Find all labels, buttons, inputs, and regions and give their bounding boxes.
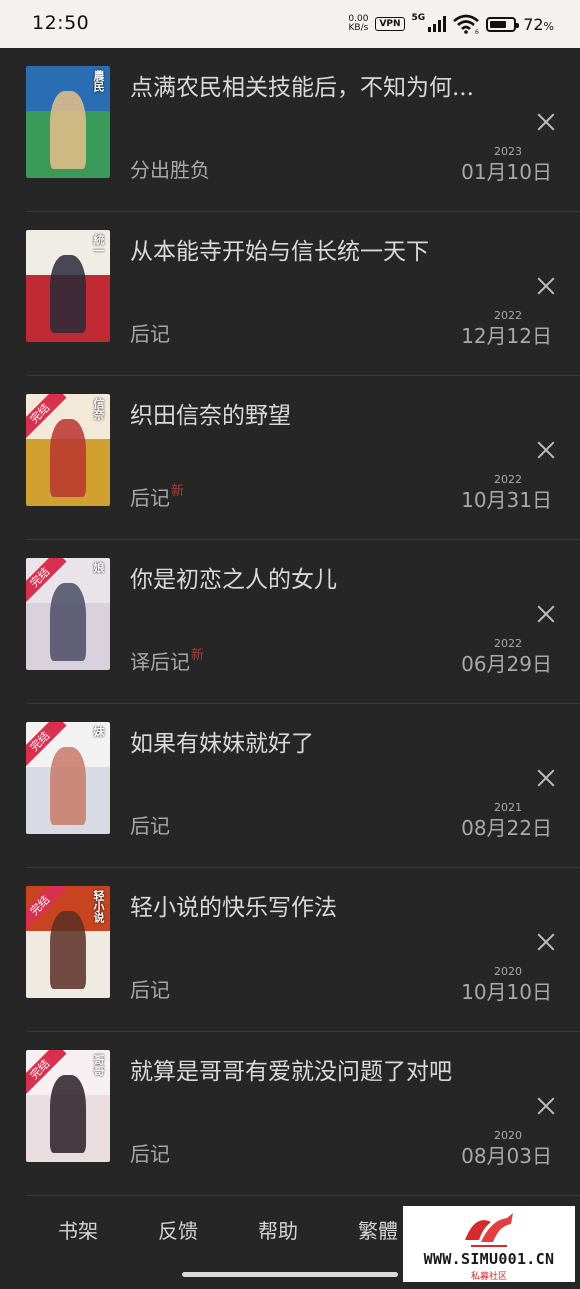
latest-chapter: 译后记新: [130, 648, 205, 674]
watermark-url: WWW.SIMU001.CN: [423, 1250, 555, 1268]
list-item[interactable]: 轻小说 完结 轻小说的快乐写作法 后记 2020 10月10日: [26, 868, 580, 1032]
latest-chapter: 后记: [130, 978, 170, 1002]
latest-chapter: 后记新: [130, 484, 185, 510]
update-date: 12月12日: [461, 324, 552, 348]
book-cover[interactable]: 妹 完结: [26, 722, 110, 834]
latest-chapter: 后记: [130, 322, 170, 346]
cover-title: 轻小说: [92, 890, 105, 923]
book-title: 你是初恋之人的女儿: [130, 567, 337, 593]
list-item[interactable]: 信奈 完结 织田信奈的野望 后记新 2022 10月31日: [26, 376, 580, 540]
book-cover[interactable]: 統一: [26, 230, 110, 342]
book-cover[interactable]: 娘 完结: [26, 558, 110, 670]
update-date: 06月29日: [461, 652, 552, 676]
close-icon[interactable]: [534, 274, 558, 298]
update-date: 10月10日: [461, 980, 552, 1004]
book-list: 農民 点满农民相关技能后，不知为何... 分出胜负 2023 01月10日 統一…: [26, 48, 580, 1196]
status-icons: 0.00 KB/s VPN 5G 6 72%: [348, 9, 554, 39]
battery-icon: [486, 16, 520, 32]
update-date: 08月22日: [461, 816, 552, 840]
update-date: 08月03日: [461, 1144, 552, 1168]
status-bar: 12:50 0.00 KB/s VPN 5G 6 72%: [0, 0, 580, 48]
new-badge: 新: [171, 484, 185, 499]
book-title: 织田信奈的野望: [130, 403, 291, 429]
update-date: 10月31日: [461, 488, 552, 512]
nav-feedback[interactable]: 反馈: [158, 1215, 198, 1244]
latest-chapter: 后记: [130, 814, 170, 838]
cover-title: 妹: [92, 726, 105, 737]
list-item[interactable]: 農民 点满农民相关技能后，不知为何... 分出胜负 2023 01月10日: [26, 48, 580, 212]
nav-help[interactable]: 帮助: [258, 1215, 298, 1244]
book-cover[interactable]: 哥哥 完结: [26, 1050, 110, 1162]
list-item[interactable]: 統一 从本能寺开始与信长统一天下 后记 2022 12月12日: [26, 212, 580, 376]
latest-chapter: 后记: [130, 1142, 170, 1166]
wifi-icon: 6: [453, 14, 479, 34]
book-title: 轻小说的快乐写作法: [130, 895, 337, 921]
watermark: WWW.SIMU001.CN 私募社区: [403, 1206, 575, 1282]
list-item[interactable]: 哥哥 完结 就算是哥哥有爱就没问题了对吧 后记 2020 08月03日: [26, 1032, 580, 1196]
close-icon[interactable]: [534, 766, 558, 790]
nav-bookshelf[interactable]: 书架: [58, 1215, 98, 1244]
vpn-icon: VPN: [375, 17, 405, 31]
book-title: 就算是哥哥有爱就没问题了对吧: [130, 1059, 452, 1085]
signal-icon: [428, 16, 447, 32]
cover-title: 哥哥: [92, 1054, 105, 1076]
new-badge: 新: [191, 648, 205, 663]
close-icon[interactable]: [534, 438, 558, 462]
battery-percent: 72%: [523, 14, 554, 34]
close-icon[interactable]: [534, 1094, 558, 1118]
svg-text:6: 6: [475, 29, 479, 34]
book-title: 从本能寺开始与信长统一天下: [130, 239, 429, 265]
book-cover[interactable]: 信奈 完结: [26, 394, 110, 506]
book-title: 点满农民相关技能后，不知为何...: [130, 75, 474, 101]
home-indicator[interactable]: [182, 1272, 398, 1277]
list-item[interactable]: 妹 完结 如果有妹妹就好了 后记 2021 08月22日: [26, 704, 580, 868]
list-item[interactable]: 娘 完结 你是初恋之人的女儿 译后记新 2022 06月29日: [26, 540, 580, 704]
watermark-logo-icon: [465, 1213, 513, 1247]
network-type: 5G: [411, 13, 426, 23]
status-time: 12:50: [32, 12, 90, 34]
net-speed: 0.00 KB/s: [348, 14, 369, 33]
watermark-sub: 私募社区: [470, 1272, 507, 1282]
cover-title: 統一: [92, 234, 105, 256]
cover-title: 信奈: [92, 398, 105, 420]
cover-title: 娘: [92, 562, 105, 573]
book-title: 如果有妹妹就好了: [130, 731, 314, 757]
close-icon[interactable]: [534, 602, 558, 626]
book-cover[interactable]: 轻小说 完结: [26, 886, 110, 998]
nav-traditional[interactable]: 繁體: [358, 1215, 398, 1244]
update-date: 01月10日: [461, 160, 552, 184]
close-icon[interactable]: [534, 930, 558, 954]
close-icon[interactable]: [534, 110, 558, 134]
book-cover[interactable]: 農民: [26, 66, 110, 178]
cover-title: 農民: [92, 70, 105, 92]
latest-chapter: 分出胜负: [130, 158, 210, 182]
